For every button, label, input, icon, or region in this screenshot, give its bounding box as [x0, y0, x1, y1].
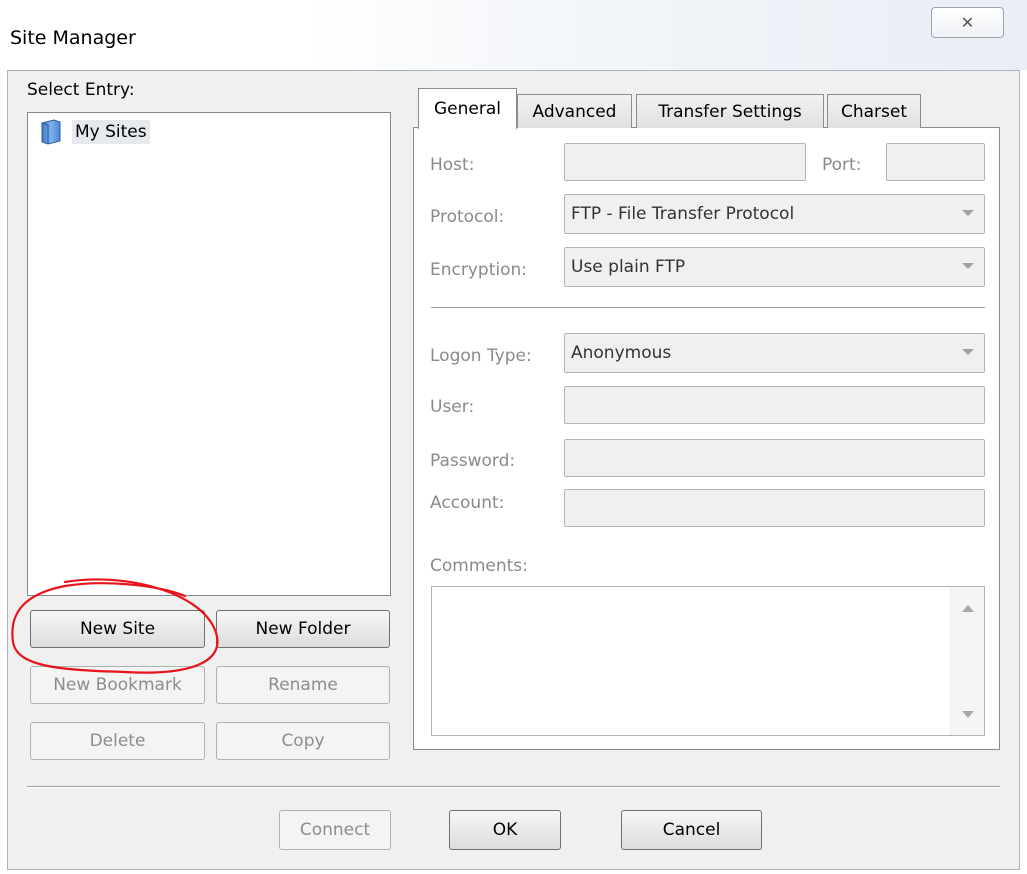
footer-separator: [27, 786, 1000, 788]
separator: [431, 307, 985, 309]
tab-charset[interactable]: Charset: [827, 94, 921, 128]
cancel-button[interactable]: Cancel: [621, 810, 762, 850]
tab-transfer-settings[interactable]: Transfer Settings: [636, 94, 824, 128]
window-title: Site Manager: [10, 27, 136, 49]
user-input[interactable]: [564, 386, 985, 424]
comments-label: Comments:: [430, 556, 528, 576]
encryption-select[interactable]: Use plain FTP: [564, 247, 985, 287]
logon-type-label: Logon Type:: [430, 346, 532, 366]
rename-button[interactable]: Rename: [216, 666, 390, 704]
connect-button[interactable]: Connect: [279, 810, 391, 850]
protocol-label: Protocol:: [430, 207, 505, 227]
copy-button[interactable]: Copy: [216, 722, 390, 760]
site-tree[interactable]: [27, 112, 391, 596]
scroll-down-icon[interactable]: [962, 711, 974, 718]
password-input[interactable]: [564, 439, 985, 477]
select-entry-label: Select Entry:: [27, 80, 135, 100]
comments-textarea[interactable]: [431, 586, 985, 736]
tab-general[interactable]: General: [418, 88, 517, 129]
tree-item-my-sites[interactable]: My Sites: [40, 118, 150, 146]
scroll-up-icon[interactable]: [962, 605, 974, 612]
new-site-button[interactable]: New Site: [30, 610, 205, 648]
protocol-value: FTP - File Transfer Protocol: [571, 204, 795, 224]
comments-scrollbar[interactable]: [950, 587, 984, 735]
chevron-down-icon: [962, 349, 974, 355]
chevron-down-icon: [962, 263, 974, 269]
port-input[interactable]: [886, 143, 985, 181]
new-folder-button[interactable]: New Folder: [216, 610, 390, 648]
ok-button[interactable]: OK: [449, 810, 561, 850]
delete-button[interactable]: Delete: [30, 722, 205, 760]
password-label: Password:: [430, 451, 516, 471]
close-icon: ✕: [960, 13, 975, 32]
chevron-down-icon: [962, 210, 974, 216]
user-label: User:: [430, 397, 475, 417]
host-label: Host:: [430, 155, 475, 175]
tree-item-label: My Sites: [72, 120, 150, 144]
folder-icon: [41, 119, 61, 145]
logon-type-select[interactable]: Anonymous: [564, 333, 985, 373]
close-button[interactable]: ✕: [931, 7, 1004, 38]
protocol-select[interactable]: FTP - File Transfer Protocol: [564, 194, 985, 234]
encryption-label: Encryption:: [430, 260, 527, 280]
logon-type-value: Anonymous: [571, 343, 672, 363]
account-input[interactable]: [564, 489, 985, 527]
new-bookmark-button[interactable]: New Bookmark: [30, 666, 205, 704]
tab-advanced[interactable]: Advanced: [517, 94, 632, 128]
title-bar: [0, 0, 1027, 70]
encryption-value: Use plain FTP: [571, 257, 686, 277]
host-input[interactable]: [564, 143, 806, 181]
account-label: Account:: [430, 493, 505, 513]
port-label: Port:: [822, 155, 862, 175]
